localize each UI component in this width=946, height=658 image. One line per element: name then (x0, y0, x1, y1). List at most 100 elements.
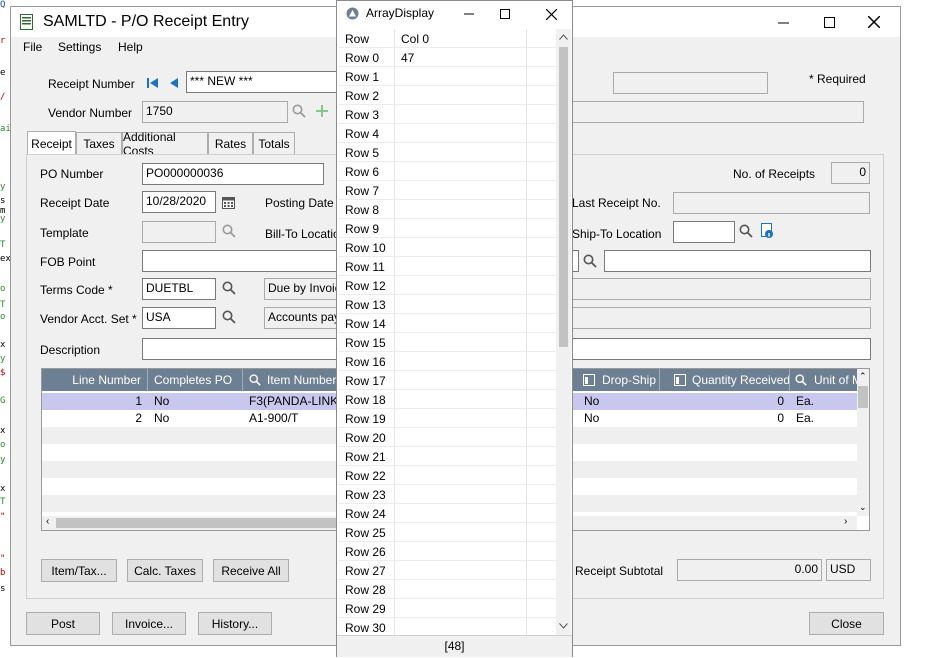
search-icon[interactable] (583, 254, 597, 268)
list-item[interactable]: Row 18 (338, 390, 557, 409)
list-item[interactable]: Row 19 (338, 409, 557, 428)
bill-to-label: Bill-To Location (265, 227, 347, 241)
array-minimize-button[interactable] (451, 1, 487, 27)
tab-totals[interactable]: Totals (253, 132, 295, 154)
list-item[interactable]: Row 14 (338, 314, 557, 333)
list-item[interactable]: Row 9 (338, 219, 557, 238)
chevron-down-icon[interactable] (559, 623, 568, 629)
receipt-date-field[interactable]: 10/28/2020 (142, 191, 216, 213)
search-icon[interactable] (222, 281, 236, 295)
menu-help[interactable]: Help (118, 40, 143, 54)
receipt-extra-field[interactable] (613, 72, 768, 94)
scroll-thumb[interactable] (858, 386, 868, 408)
list-item[interactable]: Row 24 (338, 504, 557, 523)
list-item[interactable]: Row 7 (338, 181, 557, 200)
scroll-left-icon[interactable]: ‹ (46, 516, 49, 527)
search-icon[interactable] (222, 224, 236, 238)
tab-taxes[interactable]: Taxes (76, 132, 122, 154)
array-row-label: Row 1 (345, 70, 380, 84)
list-item[interactable]: Row 8 (338, 200, 557, 219)
tab-receipt[interactable]: Receipt (27, 131, 76, 155)
list-item[interactable]: Row 10 (338, 238, 557, 257)
calendar-icon[interactable] (222, 196, 235, 209)
menu-file[interactable]: File (23, 40, 42, 54)
fob-description-field[interactable] (604, 250, 871, 272)
list-item[interactable]: Row 22 (338, 466, 557, 485)
array-title-bar[interactable]: ArrayDisplay (337, 1, 572, 27)
list-item[interactable]: Row 12 (338, 276, 557, 295)
array-row-value: 47 (401, 51, 415, 65)
history-button[interactable]: History... (198, 612, 272, 635)
terms-code-field[interactable]: DUETBL (142, 278, 216, 300)
info-document-icon[interactable] (761, 223, 774, 239)
list-item[interactable]: Row 3 (338, 105, 557, 124)
array-maximize-button[interactable] (487, 1, 523, 27)
list-item[interactable]: Row 23 (338, 485, 557, 504)
bg-code-line: e (0, 68, 6, 78)
ship-to-field[interactable] (673, 221, 735, 243)
list-item[interactable]: Row 21 (338, 447, 557, 466)
list-item[interactable]: Row 5 (338, 143, 557, 162)
bg-code-line: x (0, 340, 6, 350)
calc-taxes-button[interactable]: Calc. Taxes (127, 559, 203, 582)
vendor-number-field[interactable]: 1750 (142, 101, 288, 123)
close-button[interactable]: Close (809, 612, 884, 635)
chevron-up-icon[interactable] (559, 34, 568, 40)
vendor-name-field[interactable] (571, 101, 864, 123)
fob-field[interactable] (142, 250, 339, 272)
minimize-icon (778, 22, 789, 23)
list-item[interactable]: Row 15 (338, 333, 557, 352)
add-icon[interactable] (315, 104, 329, 118)
h-scroll-thumb[interactable] (56, 518, 356, 528)
list-item[interactable]: Row 27 (338, 561, 557, 580)
maximize-button[interactable] (807, 7, 852, 37)
search-icon[interactable] (292, 104, 306, 118)
scroll-thumb[interactable] (559, 47, 568, 347)
list-item[interactable]: Row 4 (338, 124, 557, 143)
receive-all-button[interactable]: Receive All (213, 559, 289, 582)
po-number-field[interactable]: PO000000036 (142, 163, 324, 185)
column-header[interactable]: Completes PO (148, 369, 243, 391)
list-item[interactable]: Row 6 (338, 162, 557, 181)
list-item[interactable]: Row 13 (338, 295, 557, 314)
list-item[interactable]: Row 30 (338, 618, 557, 635)
minimize-button[interactable] (761, 7, 806, 37)
array-close-button[interactable] (533, 1, 569, 27)
list-item[interactable]: Row 17 (338, 371, 557, 390)
search-icon[interactable] (739, 224, 753, 238)
receipt-number-field[interactable]: *** NEW *** (186, 71, 341, 93)
tab-rates[interactable]: Rates (208, 132, 253, 154)
bg-code-line: o (0, 284, 6, 294)
array-vertical-scrollbar[interactable] (556, 29, 571, 635)
column-header[interactable]: Line Number (42, 369, 148, 391)
search-icon[interactable] (222, 310, 236, 324)
invoice-button[interactable]: Invoice... (112, 612, 186, 635)
list-item[interactable]: Row 20 (338, 428, 557, 447)
list-item[interactable]: Row 25 (338, 523, 557, 542)
grid-vertical-scrollbar[interactable]: ⌃ ⌄ (857, 369, 869, 516)
list-item[interactable]: Row 26 (338, 542, 557, 561)
list-item[interactable]: Row 29 (338, 599, 557, 618)
array-row-label: Row 3 (345, 108, 380, 122)
scroll-right-icon[interactable]: › (844, 516, 847, 527)
vendor-acct-field[interactable]: USA (142, 307, 216, 329)
scroll-down-icon[interactable]: ⌄ (859, 502, 867, 513)
first-record-icon[interactable] (147, 77, 159, 89)
posting-date-label: Posting Date (265, 196, 334, 210)
item-tax-button[interactable]: Item/Tax... (41, 559, 117, 582)
list-item[interactable]: Row 11 (338, 257, 557, 276)
previous-record-icon[interactable] (169, 77, 179, 89)
document-icon (20, 14, 33, 30)
scroll-up-icon[interactable]: ⌃ (859, 371, 867, 382)
post-button[interactable]: Post (26, 612, 100, 635)
menu-settings[interactable]: Settings (58, 40, 101, 54)
list-item[interactable]: Row 1 (338, 67, 557, 86)
array-row-label: Row 6 (345, 165, 380, 179)
tab-additional-costs[interactable]: Additional Costs (122, 130, 208, 158)
list-item[interactable]: Row 2 (338, 86, 557, 105)
template-field[interactable] (142, 221, 216, 243)
list-item[interactable]: Row 16 (338, 352, 557, 371)
close-window-button[interactable] (851, 7, 896, 37)
list-item[interactable]: Row 0 47 (338, 48, 557, 67)
list-item[interactable]: Row 28 (338, 580, 557, 599)
